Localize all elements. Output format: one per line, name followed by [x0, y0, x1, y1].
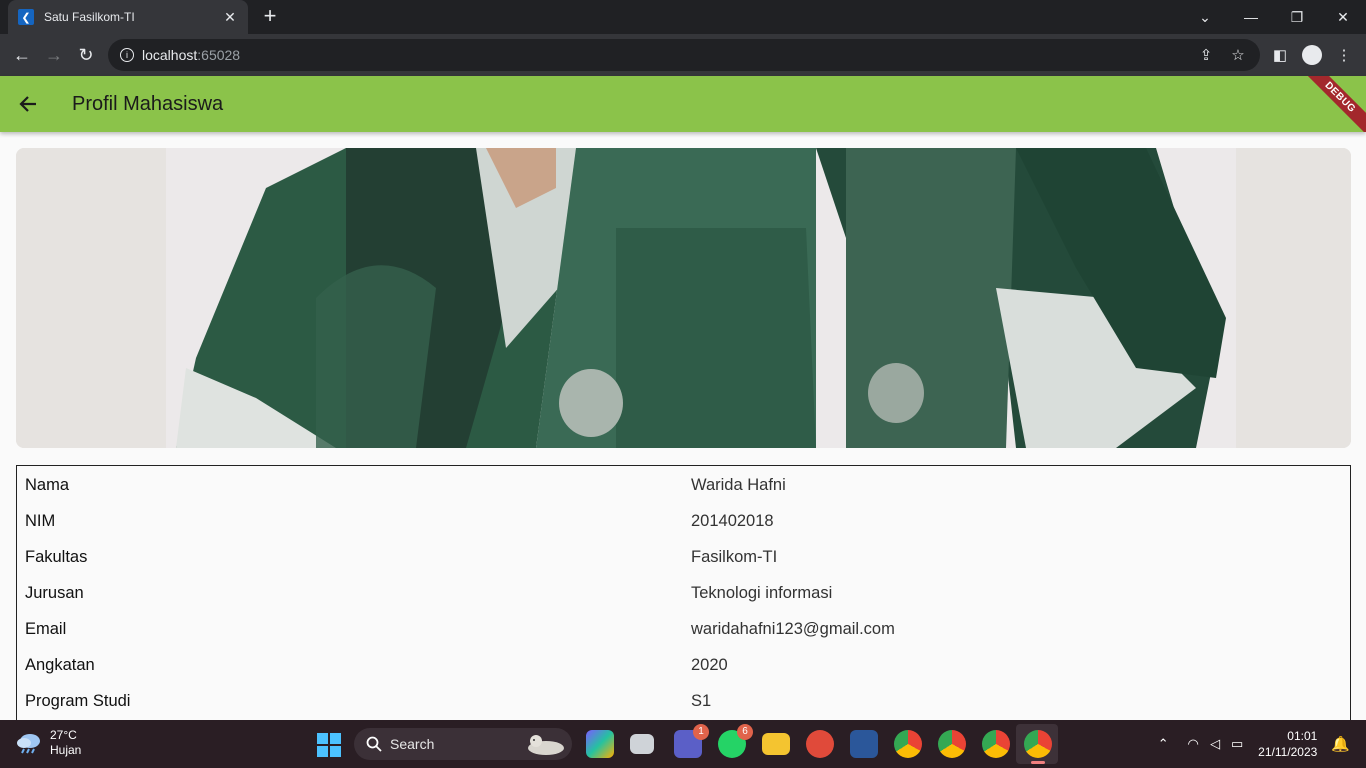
word-app-icon[interactable] [850, 730, 878, 758]
profile-avatar-icon[interactable] [1302, 45, 1322, 65]
file-explorer-icon[interactable] [762, 733, 790, 755]
minimize-button[interactable]: — [1228, 0, 1274, 34]
table-row: Fakultas Fasilkom-TI [17, 539, 1350, 575]
windows-start-icon[interactable] [317, 733, 341, 757]
tab-search-chevron-icon[interactable]: ⌄ [1182, 0, 1228, 34]
tab-title: Satu Fasilkom-TI [44, 10, 135, 24]
row-label: Program Studi [25, 691, 131, 710]
whatsapp-badge: 6 [737, 724, 753, 740]
table-row: NIM 201402018 [17, 503, 1350, 539]
table-row: Angkatan 2020 [17, 647, 1350, 683]
browser-tab-strip: ❮ Satu Fasilkom-TI ✕ + ⌄ — ❐ ✕ [0, 0, 1366, 34]
table-row: Program Studi S1 [17, 683, 1350, 719]
row-label: Nama [25, 475, 70, 494]
clock-date: 21/11/2023 [1258, 745, 1318, 759]
share-icon[interactable]: ⇪ [1190, 46, 1222, 64]
system-tray: ⌃ ◠ ◁ ▭ 01:01 21/11/2023 🔔 [1152, 720, 1366, 768]
notification-bell-icon[interactable]: 🔔 [1331, 735, 1350, 753]
profile-photo-image [16, 148, 1351, 448]
student-info-table: Nama Warida Hafni NIM 201402018 Fakultas… [16, 465, 1351, 725]
profile-photo [16, 148, 1351, 448]
forward-arrow-icon[interactable]: → [38, 39, 70, 71]
chevron-up-icon[interactable]: ⌃ [1152, 736, 1174, 752]
row-label: NIM [25, 511, 56, 530]
page-title: Profil Mahasiswa [72, 92, 224, 115]
window-controls: ⌄ — ❐ ✕ [1182, 0, 1366, 34]
clock[interactable]: 01:01 21/11/2023 [1258, 728, 1317, 760]
seal-illustration-icon [528, 735, 564, 755]
row-value: Fasilkom-TI [691, 547, 778, 566]
chrome-app-icon[interactable] [1024, 730, 1052, 758]
browser-toolbar: ← → ↻ i localhost :65028 ⇪ ☆ ◧ ⋮ [0, 34, 1366, 76]
row-value: waridahafni123@gmail.com [691, 619, 895, 638]
new-tab-button[interactable]: + [258, 5, 282, 29]
arrow-back-icon [19, 96, 36, 112]
task-view-icon[interactable] [630, 734, 654, 754]
table-row: Email waridahafni123@gmail.com [17, 611, 1350, 647]
app-bar: Profil Mahasiswa DEBUG [0, 76, 1366, 132]
table-row: Nama Warida Hafni [17, 467, 1350, 503]
flutter-favicon-icon: ❮ [18, 9, 34, 25]
row-value: Teknologi informasi [691, 583, 833, 602]
search-icon [366, 736, 382, 752]
chrome-app-icon[interactable] [938, 730, 966, 758]
back-button[interactable] [0, 76, 56, 132]
volume-icon[interactable]: ◁ [1204, 736, 1226, 752]
reload-icon[interactable]: ↻ [70, 39, 102, 71]
close-window-button[interactable]: ✕ [1320, 0, 1366, 34]
browser-tab[interactable]: ❮ Satu Fasilkom-TI ✕ [8, 0, 248, 34]
row-label: Jurusan [25, 583, 84, 602]
site-info-icon[interactable]: i [120, 48, 134, 62]
game-app-icon[interactable] [806, 730, 834, 758]
rain-cloud-icon [16, 732, 42, 754]
row-value: Warida Hafni [691, 475, 786, 494]
copilot-app-icon[interactable] [586, 730, 614, 758]
battery-icon[interactable]: ▭ [1226, 736, 1248, 752]
chrome-app-icon[interactable] [894, 730, 922, 758]
teams-app-icon[interactable]: 1 [674, 724, 709, 758]
chrome-app-icon[interactable] [982, 730, 1010, 758]
active-app-indicator [1031, 761, 1045, 764]
search-label: Search [390, 736, 435, 752]
row-label: Email [25, 619, 67, 638]
windows-taskbar: 27°C Hujan Search 1 6 ⌃ ◠ ◁ ▭ 01:01 21/1… [0, 720, 1366, 768]
address-bar[interactable]: i localhost :65028 ⇪ ☆ [108, 39, 1260, 71]
url-port: :65028 [197, 47, 241, 63]
taskbar-search[interactable]: Search [354, 728, 572, 760]
menu-kebab-icon[interactable]: ⋮ [1328, 46, 1360, 64]
weather-desc: Hujan [50, 743, 82, 757]
weather-temp: 27°C [50, 728, 77, 742]
restore-button[interactable]: ❐ [1274, 0, 1320, 34]
whatsapp-app-icon[interactable]: 6 [718, 724, 753, 758]
weather-widget[interactable]: 27°C Hujan [16, 728, 81, 758]
row-label: Angkatan [25, 655, 95, 674]
row-value: 201402018 [691, 511, 774, 530]
side-panel-icon[interactable]: ◧ [1264, 46, 1296, 64]
bookmark-star-icon[interactable]: ☆ [1222, 46, 1254, 64]
back-arrow-icon[interactable]: ← [6, 39, 38, 71]
table-row: Jurusan Teknologi informasi [17, 575, 1350, 611]
debug-banner: DEBUG [1292, 76, 1366, 132]
row-value: S1 [691, 691, 712, 710]
teams-badge: 1 [693, 724, 709, 740]
row-value: 2020 [691, 655, 728, 674]
row-label: Fakultas [25, 547, 88, 566]
wifi-icon[interactable]: ◠ [1182, 736, 1204, 752]
tab-close-icon[interactable]: ✕ [222, 9, 238, 26]
clock-time: 01:01 [1287, 729, 1318, 743]
url-host: localhost [142, 47, 198, 63]
